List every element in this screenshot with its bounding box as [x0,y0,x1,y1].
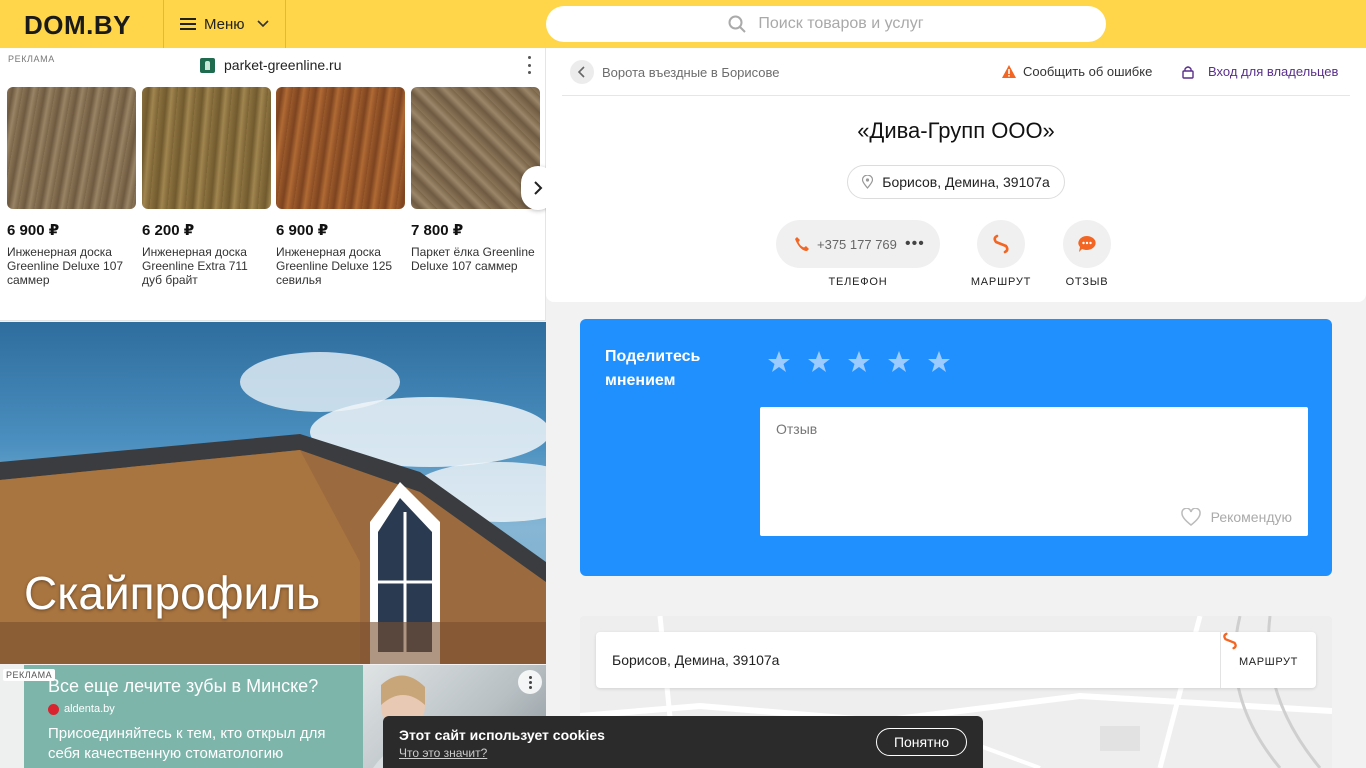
chevron-down-icon [256,17,269,31]
banner-title: Скайпрофиль [24,567,321,619]
warning-icon [1002,65,1016,78]
map-address-bar: Борисов, Демина, 39107а МАРШРУТ [596,632,1316,688]
ad-domain-text: parket-greenline.ru [224,57,342,73]
ad-label: РЕКЛАМА [8,54,55,64]
cookie-banner: Этот сайт использует cookies Что это зна… [383,716,983,768]
chat-bubble-icon [1078,236,1096,252]
more-icon: ••• [905,235,925,252]
owner-login-link[interactable]: Вход для владельцев [1182,64,1338,79]
product-name: Паркет ёлка Greenline Deluxe 107 саммер [411,245,535,273]
route-icon [993,234,1009,254]
route-icon [1223,632,1237,650]
owner-login-label: Вход для владельцев [1208,64,1339,79]
breadcrumb[interactable]: Ворота въездные в Борисове [602,65,780,80]
back-button[interactable] [570,60,594,84]
product-card[interactable]: 6 900 ₽ Инженерная доска Greenline Delux… [7,87,136,287]
star-icon[interactable] [767,350,791,374]
ad-title: Все еще лечите зубы в Минске? [48,676,319,696]
address-chip[interactable]: Борисов, Демина, 39107а [847,165,1065,199]
cookie-accept-button[interactable]: Понятно [876,728,967,756]
ad-domain-text: aldenta.by [64,703,115,715]
star-icon[interactable] [807,350,831,374]
map-route-label: МАРШРУТ [1239,656,1298,668]
address-text: Борисов, Демина, 39107а [882,174,1050,190]
phone-label: ТЕЛЕФОН [828,276,888,288]
chevron-left-icon [578,66,585,78]
chevron-right-icon [534,181,543,195]
ad-domain-link[interactable]: parket-greenline.ru [200,57,342,73]
cookie-title: Этот сайт использует cookies [399,727,605,743]
star-icon[interactable] [847,350,871,374]
map-route-button[interactable]: МАРШРУТ [1220,632,1316,688]
product-price: 7 800 ₽ [411,222,464,239]
company-card: Ворота въездные в Борисове Сообщить об о… [546,48,1366,302]
product-ad-block: РЕКЛАМА parket-greenline.ru 6 900 ₽ Инже… [0,48,555,321]
product-image [276,87,405,209]
rating-stars [767,350,967,374]
report-error-link[interactable]: Сообщить об ошибке [1002,64,1152,79]
product-card[interactable]: 6 200 ₽ Инженерная доска Greenline Extra… [142,87,271,287]
tooth-icon [48,703,59,715]
lock-icon [1182,65,1194,79]
product-name: Инженерная доска Greenline Deluxe 107 са… [7,245,124,287]
menu-label: Меню [204,15,245,33]
recommend-toggle[interactable]: Рекомендую [1180,508,1292,526]
site-logo[interactable]: DOM.BY [24,10,131,41]
product-price: 6 900 ₽ [7,222,60,239]
ad-domain: aldenta.by [48,703,115,715]
product-name: Инженерная доска Greenline Extra 711 дуб… [142,245,248,287]
product-image [142,87,271,209]
review-placeholder: Отзыв [776,421,818,437]
product-card[interactable]: 6 900 ₽ Инженерная доска Greenline Delux… [276,87,405,287]
review-label: ОТЗЫВ [1065,276,1109,288]
product-price: 6 900 ₽ [276,222,329,239]
review-textarea[interactable]: Отзыв Рекомендую [760,407,1308,536]
review-form: Поделитесь мнением Отзыв Рекомендую [580,319,1332,576]
review-title: Поделитесь мнением [605,348,701,389]
ad-options-icon[interactable] [518,670,542,694]
tree-icon [200,57,215,73]
phone-number: +375 177 769 [817,236,897,252]
product-image [7,87,136,209]
review-button[interactable] [1063,220,1111,268]
search-icon [728,15,747,33]
skyprofil-banner[interactable]: Скайпрофиль [0,322,546,664]
report-error-label: Сообщить об ошибке [1023,64,1153,79]
recommend-label: Рекомендую [1210,509,1292,525]
divider [562,95,1350,96]
hamburger-icon [180,18,196,30]
cookie-info-link[interactable]: Что это значит? [399,746,487,760]
route-button[interactable] [977,220,1025,268]
search-placeholder: Поиск товаров и услуг [758,15,924,32]
company-name: «Дива-Групп ООО» [857,118,1055,143]
map-pin-icon [862,175,874,189]
ad-text: Присоединяйтесь к тем, кто открыл для се… [48,725,326,762]
search-input[interactable]: Поиск товаров и услуг [546,6,1106,42]
left-column: РЕКЛАМА parket-greenline.ru 6 900 ₽ Инже… [0,48,555,768]
menu-button[interactable]: Меню [163,0,286,48]
product-price: 6 200 ₽ [142,222,195,239]
star-icon[interactable] [887,350,911,374]
heart-icon [1180,508,1201,526]
map-address: Борисов, Демина, 39107а [612,652,780,668]
header: DOM.BY Меню Поиск товаров и услуг [0,0,1366,48]
star-icon[interactable] [927,350,951,374]
route-label: МАРШРУТ [970,276,1032,288]
phone-icon [795,237,809,251]
phone-button[interactable]: +375 177 769 ••• [776,220,940,268]
ad-options-icon[interactable] [522,56,536,74]
product-name: Инженерная доска Greenline Deluxe 125 се… [276,245,393,287]
